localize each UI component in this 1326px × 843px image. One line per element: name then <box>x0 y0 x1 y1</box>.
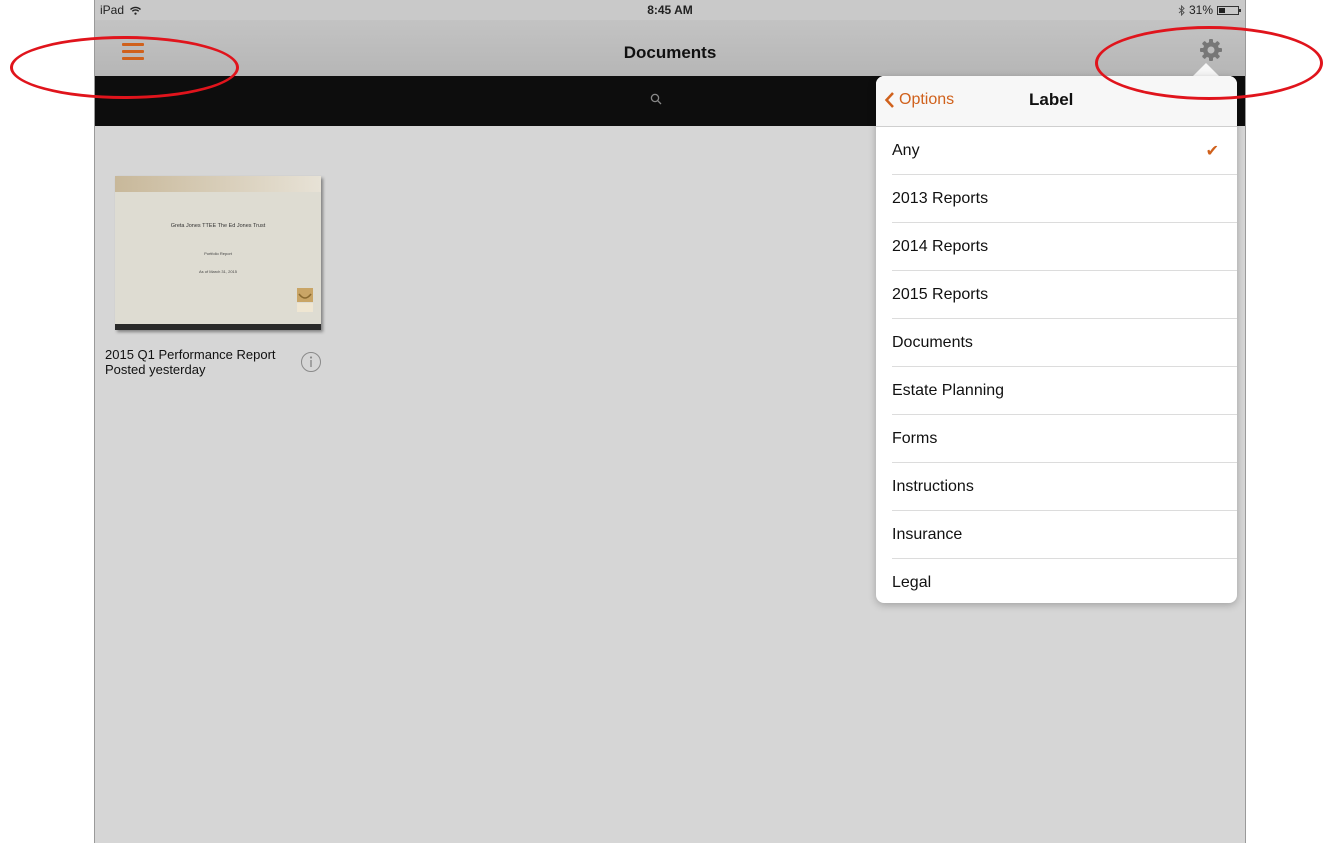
label-option-text: 2014 Reports <box>892 238 989 255</box>
label-option[interactable]: Legal <box>876 559 1237 607</box>
label-options-list: Any ✔ 2013 Reports 2014 Reports 2015 Reports… <box>876 127 1237 607</box>
label-option-text: 2015 Reports <box>892 286 989 303</box>
battery-icon <box>1217 5 1241 15</box>
label-option[interactable]: 2013 Reports <box>876 175 1237 223</box>
ipad-screen: iPad 8:45 AM 31% Documents Greta Jones T… <box>94 0 1246 843</box>
options-back-button[interactable]: Options <box>884 91 954 109</box>
document-posted: Posted yesterday <box>105 362 206 377</box>
thumbnail-header-band <box>115 176 321 192</box>
annotation-ellipse-settings <box>1095 26 1323 100</box>
info-icon[interactable] <box>300 351 322 373</box>
logo-icon <box>297 288 313 312</box>
document-thumbnail[interactable]: Greta Jones TTEE The Ed Jones Trust Port… <box>115 176 321 330</box>
status-bar: iPad 8:45 AM 31% <box>95 0 1245 20</box>
navigation-bar: Documents <box>95 20 1245 76</box>
page-title: Documents <box>623 43 717 62</box>
popover-title: Label <box>1029 90 1074 109</box>
label-option[interactable]: Estate Planning <box>876 367 1237 415</box>
label-option-text: Instructions <box>892 478 974 495</box>
thumbnail-subtitle: Portfolio Report <box>204 251 232 256</box>
label-filter-popover: Options Label Any ✔ 2013 Reports 2014 Repor… <box>876 76 1237 603</box>
label-option[interactable]: 2014 Reports <box>876 223 1237 271</box>
label-option-text: Insurance <box>892 526 963 543</box>
annotation-ellipse-menu <box>10 36 239 99</box>
label-option-text: Legal <box>892 574 932 591</box>
label-option[interactable]: Insurance <box>876 511 1237 559</box>
label-option[interactable]: Forms <box>876 415 1237 463</box>
thumbnail-footer <box>115 324 321 330</box>
document-caption: 2015 Q1 Performance Report Posted yester… <box>105 347 276 377</box>
label-option-text: Any <box>892 142 920 159</box>
chevron-left-icon <box>884 92 894 108</box>
status-time: 8:45 AM <box>647 3 693 17</box>
document-item[interactable]: Greta Jones TTEE The Ed Jones Trust Port… <box>105 176 327 377</box>
label-option-text: Documents <box>892 334 973 351</box>
checkmark-icon: ✔ <box>1205 143 1219 160</box>
thumbnail-title: Greta Jones TTEE The Ed Jones Trust <box>170 223 266 229</box>
document-name: 2015 Q1 Performance Report <box>105 347 276 362</box>
label-option-text: 2013 Reports <box>892 190 989 207</box>
battery-percent: 31% <box>1188 3 1213 17</box>
label-option[interactable]: Documents <box>876 319 1237 367</box>
options-back-label: Options <box>899 91 955 108</box>
label-option-text: Estate Planning <box>892 382 1005 399</box>
search-icon[interactable] <box>650 93 662 105</box>
status-right: 31% <box>1178 3 1241 17</box>
label-option-text: Forms <box>892 430 938 447</box>
label-option[interactable]: Any ✔ <box>876 127 1237 175</box>
label-option[interactable]: Instructions <box>876 463 1237 511</box>
label-option[interactable]: 2015 Reports <box>876 271 1237 319</box>
bluetooth-icon <box>1178 4 1185 16</box>
thumbnail-date: As of March 31, 2015 <box>198 269 238 274</box>
